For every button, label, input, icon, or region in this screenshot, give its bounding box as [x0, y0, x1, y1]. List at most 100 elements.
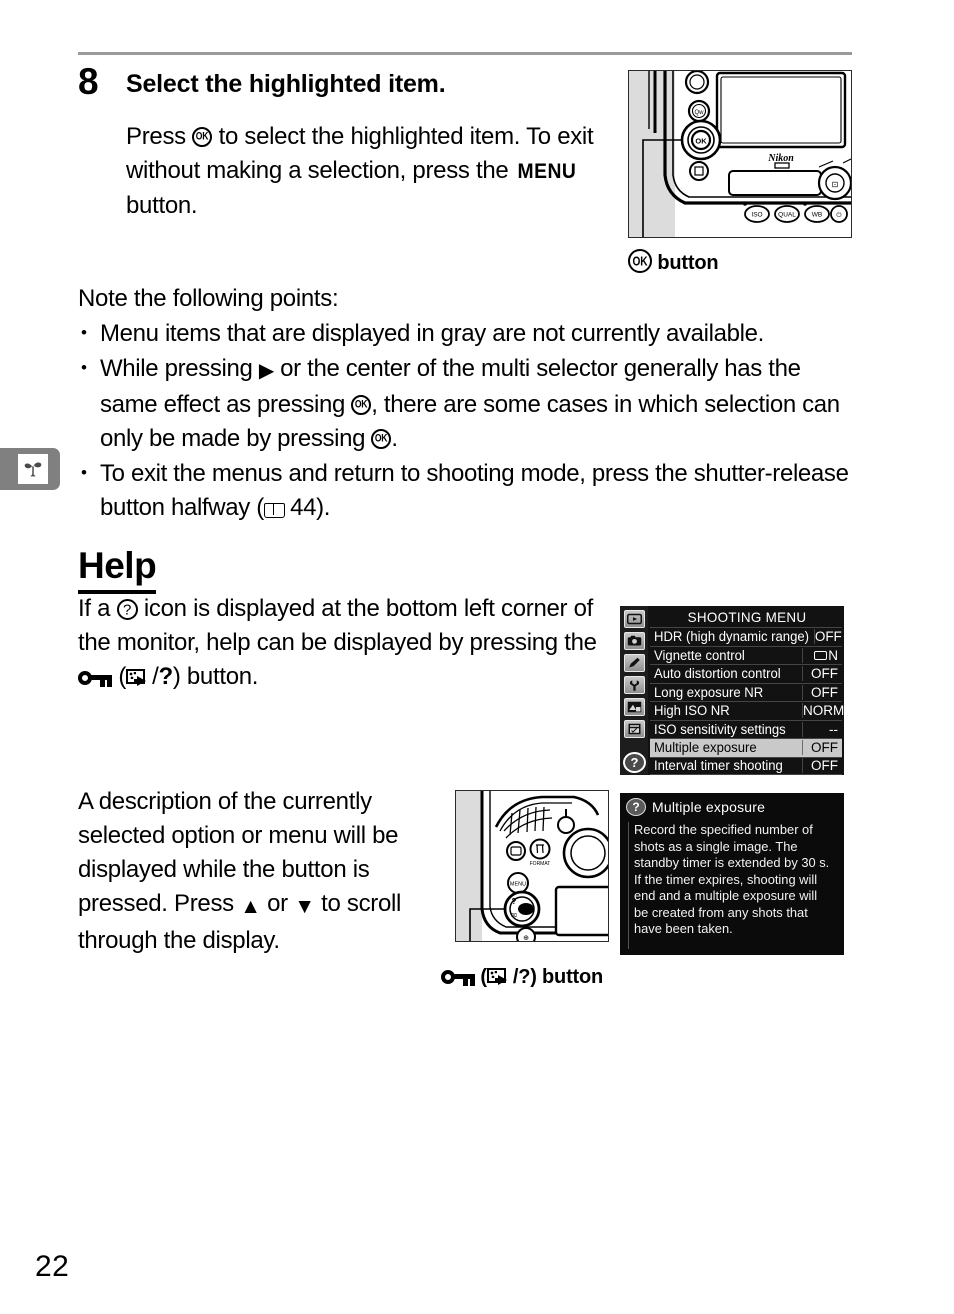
camera-bottom-illustration: FORMAT MENU ? ⌧ ⊕ — [455, 790, 609, 942]
menu-item-label: Vignette control — [654, 647, 745, 663]
cap-key-mid: ( — [475, 966, 487, 988]
list-item: While pressing ▶ or the center of the mu… — [78, 351, 858, 456]
menu-item-label: Multiple exposure — [654, 740, 757, 756]
book-reference-icon — [263, 502, 285, 518]
ok-button-icon — [351, 395, 372, 415]
bullet-3-page: 44). — [283, 494, 331, 521]
menu-item-label: Interval timer shooting — [654, 758, 783, 774]
menu-item-label: Auto distortion control — [654, 666, 781, 682]
menu-item-label: Long exposure NR — [654, 684, 764, 700]
cap-key-q: ? — [518, 966, 531, 988]
flower-plant-icon — [18, 454, 48, 484]
list-item: Menu items that are displayed in gray ar… — [78, 316, 858, 351]
svg-text:⌧: ⌧ — [511, 913, 517, 919]
menu-screen-title: SHOOTING MENU — [687, 609, 807, 625]
rounded-rect-icon — [814, 650, 828, 660]
camera-back-diagram: Nikon Qw OK ⊡ ISO QUAL WB ⏻ — [629, 71, 851, 237]
bullet-2-a: While pressing — [100, 355, 259, 382]
svg-text:?: ? — [512, 897, 517, 906]
desc-mid: or — [260, 890, 295, 917]
right-triangle-icon: ▶ — [258, 360, 274, 382]
ok-button-icon — [628, 249, 652, 273]
table-row[interactable]: Vignette control N — [650, 645, 842, 665]
menu-item-value: OFF — [802, 740, 842, 756]
list-item: To exit the menus and return to shooting… — [78, 456, 858, 525]
menu-item-label: ISO sensitivity settings — [654, 721, 786, 737]
margin-chapter-tab — [0, 448, 60, 490]
svg-text:FORMAT: FORMAT — [530, 861, 551, 867]
ok-button-caption-text: button — [657, 252, 719, 274]
table-row[interactable]: HDR (high dynamic range) OFF — [650, 627, 842, 646]
help-para-f: ) button. — [172, 663, 259, 690]
step-title: Select the highlighted item. — [126, 70, 446, 98]
question-mark-icon: ? — [626, 798, 646, 816]
ok-button-icon — [371, 429, 392, 449]
step-body: Press to select the highlighted item. To… — [126, 120, 618, 223]
help-badge-icon[interactable]: ? — [623, 752, 646, 773]
shooting-menu-screen: ? SHOOTING MENU HDR (high dynamic range)… — [620, 606, 844, 775]
table-row[interactable]: High ISO NR NORM — [650, 701, 844, 720]
help-description-paragraph: A description of the currently selected … — [78, 785, 448, 958]
help-para-a: If a — [78, 595, 117, 622]
svg-text:Qw: Qw — [695, 110, 705, 116]
menu-item-value: NORM — [802, 703, 844, 719]
down-triangle-icon: ▼ — [294, 895, 315, 918]
page-number: 22 — [35, 1250, 70, 1283]
menu-item-value: N — [802, 647, 842, 663]
help-para-question: ? — [158, 663, 173, 690]
table-row[interactable]: ISO sensitivity settings -- — [650, 719, 842, 739]
ok-button-caption: button — [628, 249, 719, 275]
question-mark-icon — [116, 599, 138, 620]
help-popup-title: Multiple exposure — [652, 799, 766, 815]
bullet-3-a: To exit the menus and return to shooting… — [100, 460, 849, 521]
help-para-c: ( — [112, 663, 127, 690]
bullet-1-text: Menu items that are displayed in gray ar… — [100, 320, 764, 347]
menu-item-value: OFF — [802, 666, 842, 682]
help-para-b: icon is displayed at the bottom left cor… — [78, 595, 597, 656]
bullet-2-d: . — [391, 425, 398, 452]
retouch-image-icon — [126, 668, 152, 687]
menu-item-value: OFF — [802, 684, 842, 700]
menu-item-value-text: N — [828, 647, 838, 663]
key-button-caption: (/?) button — [441, 966, 603, 989]
retouch-image-icon — [486, 967, 513, 986]
camera-top-illustration: Nikon Qw OK ⊡ ISO QUAL WB ⏻ — [628, 70, 852, 238]
help-intro-paragraph: If a icon is displayed at the bottom lef… — [78, 592, 598, 694]
svg-text:⊡: ⊡ — [832, 180, 839, 189]
table-row[interactable]: Interval timer shooting OFF — [650, 756, 842, 775]
note-lead: Note the following points: — [78, 285, 339, 312]
playback-menu-icon[interactable] — [624, 610, 645, 628]
step-body-part1: Press — [126, 123, 193, 150]
svg-text:WB: WB — [812, 212, 822, 219]
table-row-selected[interactable]: Multiple exposure OFF — [650, 738, 842, 757]
protect-key-icon — [78, 669, 112, 687]
help-popup-body: Record the specified number of shots as … — [628, 822, 834, 949]
menu-item-value: -- — [802, 721, 842, 737]
svg-text:ISO: ISO — [751, 212, 762, 219]
table-row[interactable]: Long exposure NR OFF — [650, 682, 842, 702]
shooting-menu-icon[interactable] — [624, 632, 645, 650]
note-bullet-list: Menu items that are displayed in gray ar… — [78, 316, 858, 526]
protect-key-icon — [441, 968, 475, 986]
custom-settings-menu-icon[interactable] — [624, 654, 645, 672]
menu-row-list: HDR (high dynamic range) OFF Vignette co… — [650, 627, 844, 775]
svg-text:OK: OK — [695, 137, 707, 146]
menu-button-label: MENU — [517, 160, 577, 183]
menu-item-label: High ISO NR — [654, 703, 730, 719]
up-triangle-icon: ▲ — [240, 895, 261, 918]
flower-plant-glyph — [24, 462, 42, 477]
header-rule — [78, 52, 852, 55]
page-section-title: Help — [78, 546, 157, 594]
cap-key-end: ) button — [530, 966, 604, 988]
menu-item-label: HDR (high dynamic range) — [654, 629, 810, 645]
recent-settings-menu-icon[interactable] — [624, 720, 645, 738]
svg-text:⏻: ⏻ — [836, 212, 841, 219]
svg-text:MENU: MENU — [510, 882, 526, 888]
step-number: 8 — [78, 61, 99, 102]
svg-text:⊕: ⊕ — [523, 935, 529, 942]
table-row[interactable]: Auto distortion control OFF — [650, 664, 842, 683]
retouch-menu-icon[interactable] — [624, 698, 645, 716]
svg-text:QUAL: QUAL — [778, 212, 796, 219]
setup-menu-icon[interactable] — [624, 676, 645, 694]
ok-button-icon — [192, 127, 213, 147]
